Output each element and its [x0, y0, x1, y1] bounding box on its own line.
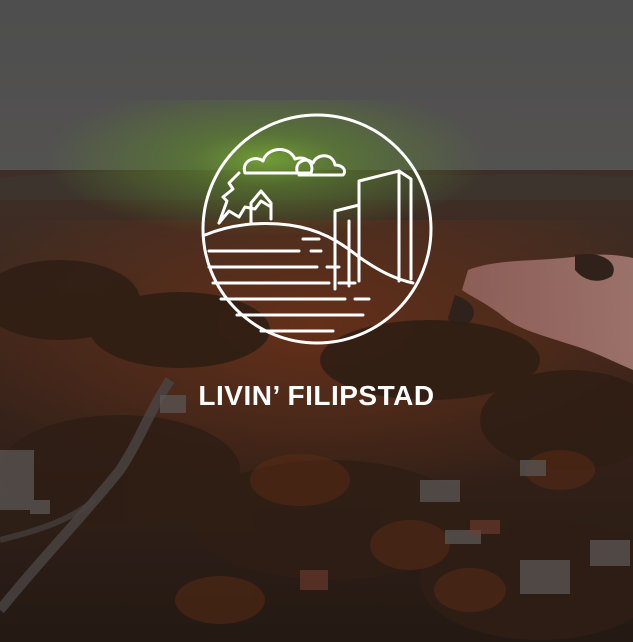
brand-title: LIVIN’ FILIPSTAD [198, 380, 435, 411]
town-landscape-emblem-icon [201, 113, 433, 345]
hero-banner: LIVIN’ FILIPSTAD [0, 0, 633, 642]
